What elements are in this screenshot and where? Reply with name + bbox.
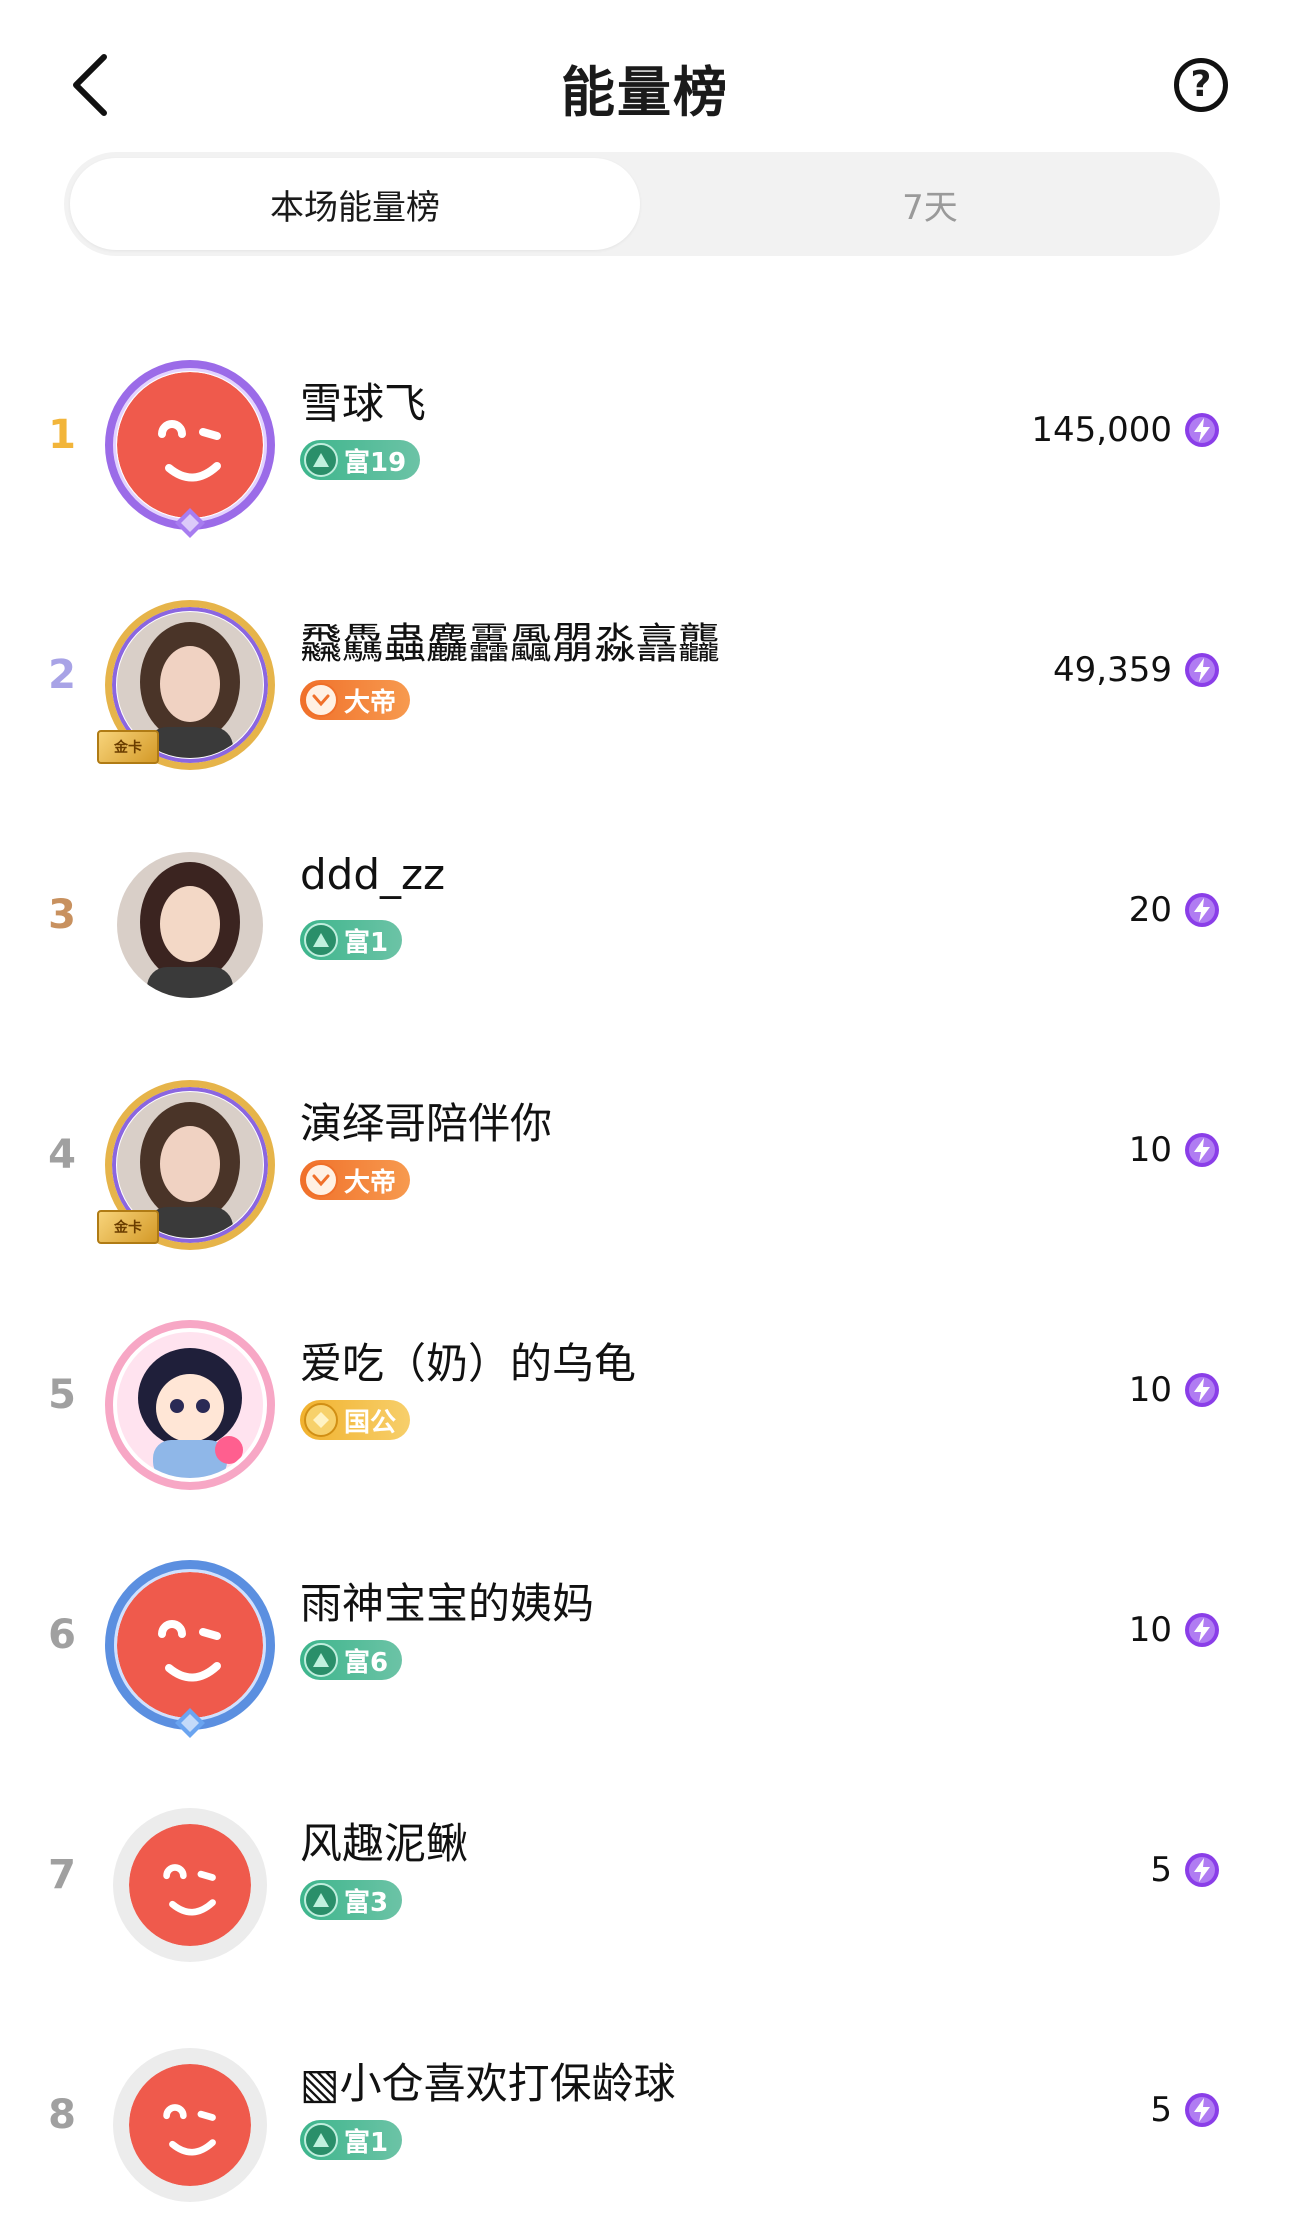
energy-score: 5	[1150, 1850, 1220, 1890]
gem-ornament-icon	[165, 1708, 215, 1738]
rank-number: 7	[48, 1852, 76, 1898]
tab-bar: 本场能量榜 7天	[64, 152, 1220, 256]
energy-bolt-icon	[1185, 413, 1219, 447]
avatar-image	[129, 2064, 251, 2186]
score-value: 10	[1128, 1130, 1172, 1170]
avatar-image	[129, 1824, 251, 1946]
level-badge: 富3	[300, 1880, 403, 1920]
badge-icon	[304, 923, 338, 957]
badge-label: 大帝	[344, 687, 397, 718]
energy-score: 10	[1129, 1370, 1220, 1410]
energy-bolt-icon	[1185, 1613, 1219, 1647]
user-name: 飝驫蟲麤靐飍朤淼譶龘	[300, 619, 721, 668]
score-value: 10	[1128, 1370, 1172, 1410]
gem-ornament-icon	[165, 508, 215, 538]
rank-number: 2	[48, 652, 76, 698]
avatar-image	[117, 1572, 263, 1718]
badge-icon	[304, 2123, 338, 2157]
help-button[interactable]: ?	[1174, 58, 1228, 112]
badge-icon	[304, 1883, 338, 1917]
energy-score: 145,000	[1031, 410, 1220, 450]
page-title: 能量榜	[561, 61, 729, 124]
badge-label: 富3	[344, 1887, 389, 1918]
energy-bolt-icon	[1185, 653, 1219, 687]
rank-number: 3	[48, 892, 76, 938]
badge-icon	[304, 1163, 338, 1197]
energy-score: 20	[1129, 890, 1220, 930]
avatar[interactable]	[105, 360, 275, 538]
user-name: ddd_zz	[300, 850, 446, 899]
avatar-image	[117, 1332, 263, 1478]
avatar[interactable]	[105, 1800, 275, 1970]
energy-bolt-icon	[1185, 1853, 1219, 1887]
level-badge: 富1	[300, 2120, 403, 2160]
energy-bolt-icon	[1185, 1133, 1219, 1167]
energy-score: 10	[1129, 1130, 1220, 1170]
badge-icon	[304, 1643, 338, 1677]
score-value: 5	[1150, 2090, 1172, 2130]
level-badge: 富1	[300, 920, 403, 960]
badge-label: 富19	[344, 447, 407, 478]
energy-bolt-icon	[1185, 2093, 1219, 2127]
badge-icon	[304, 683, 338, 717]
ranking-row[interactable]: 5 爱吃（奶）的乌龟 国公 10	[0, 1300, 1290, 1540]
user-name: 风趣泥鳅	[300, 1819, 469, 1868]
rank-number: 8	[48, 2092, 76, 2138]
badge-label: 富1	[344, 2127, 389, 2158]
avatar-image	[117, 852, 263, 998]
level-badge: 富6	[300, 1640, 403, 1680]
avatar[interactable]	[105, 1320, 275, 1490]
ranking-row[interactable]: 6 雨神宝宝的姨妈 富6 10	[0, 1540, 1290, 1780]
badge-label: 富1	[344, 927, 389, 958]
badge-label: 富6	[344, 1647, 389, 1678]
user-name: 爱吃（奶）的乌龟	[300, 1339, 637, 1388]
energy-bolt-icon	[1185, 1373, 1219, 1407]
energy-score: 10	[1129, 1610, 1220, 1650]
badge-label: 国公	[344, 1407, 397, 1438]
level-badge: 大帝	[300, 1160, 411, 1200]
avatar[interactable]: 金卡	[97, 600, 275, 770]
question-mark-icon: ?	[1190, 64, 1212, 105]
gold-card-icon: 金卡	[97, 1210, 159, 1244]
ranking-row[interactable]: 7 风趣泥鳅 富3 5	[0, 1780, 1290, 2020]
ranking-row[interactable]: 1 雪球飞 富19 145,000	[0, 340, 1290, 580]
level-badge: 国公	[300, 1400, 411, 1440]
rank-number: 1	[48, 412, 76, 458]
level-badge: 大帝	[300, 680, 411, 720]
score-value: 10	[1128, 1610, 1172, 1650]
tab-current-session[interactable]: 本场能量榜	[70, 158, 640, 250]
avatar[interactable]	[105, 2040, 275, 2210]
badge-icon	[304, 443, 338, 477]
gold-card-icon: 金卡	[97, 730, 159, 764]
score-value: 5	[1150, 1850, 1172, 1890]
ranking-row[interactable]: 3 ddd_zz 富1 20	[0, 820, 1290, 1060]
energy-bolt-icon	[1185, 893, 1219, 927]
ranking-row[interactable]: 8 ▧小仓喜欢打保龄球 富1 5	[0, 2020, 1290, 2214]
header: 能量榜 ?	[0, 0, 1290, 160]
energy-score: 5	[1150, 2090, 1220, 2130]
ranking-row[interactable]: 2 金卡 飝驫蟲麤靐飍朤淼譶龘 大帝 49,359	[0, 580, 1290, 820]
user-name: 演绎哥陪伴你	[300, 1099, 553, 1148]
avatar[interactable]	[105, 1560, 275, 1738]
user-name: 雪球飞	[300, 379, 427, 428]
rank-number: 6	[48, 1612, 76, 1658]
badge-icon	[304, 1403, 338, 1437]
score-value: 145,000	[1031, 410, 1172, 450]
tab-7-days[interactable]: 7天	[640, 152, 1220, 256]
score-value: 20	[1128, 890, 1172, 930]
ranking-row[interactable]: 4 金卡 演绎哥陪伴你 大帝 10	[0, 1060, 1290, 1300]
rank-number: 5	[48, 1372, 76, 1418]
avatar[interactable]: 金卡	[97, 1080, 275, 1250]
rank-number: 4	[48, 1132, 76, 1178]
avatar-image	[117, 372, 263, 518]
user-name: ▧小仓喜欢打保龄球	[300, 2059, 676, 2108]
user-name: 雨神宝宝的姨妈	[300, 1579, 595, 1628]
badge-label: 大帝	[344, 1167, 397, 1198]
energy-score: 49,359	[1053, 650, 1220, 690]
avatar[interactable]	[105, 840, 275, 1010]
score-value: 49,359	[1053, 650, 1172, 690]
level-badge: 富19	[300, 440, 421, 480]
